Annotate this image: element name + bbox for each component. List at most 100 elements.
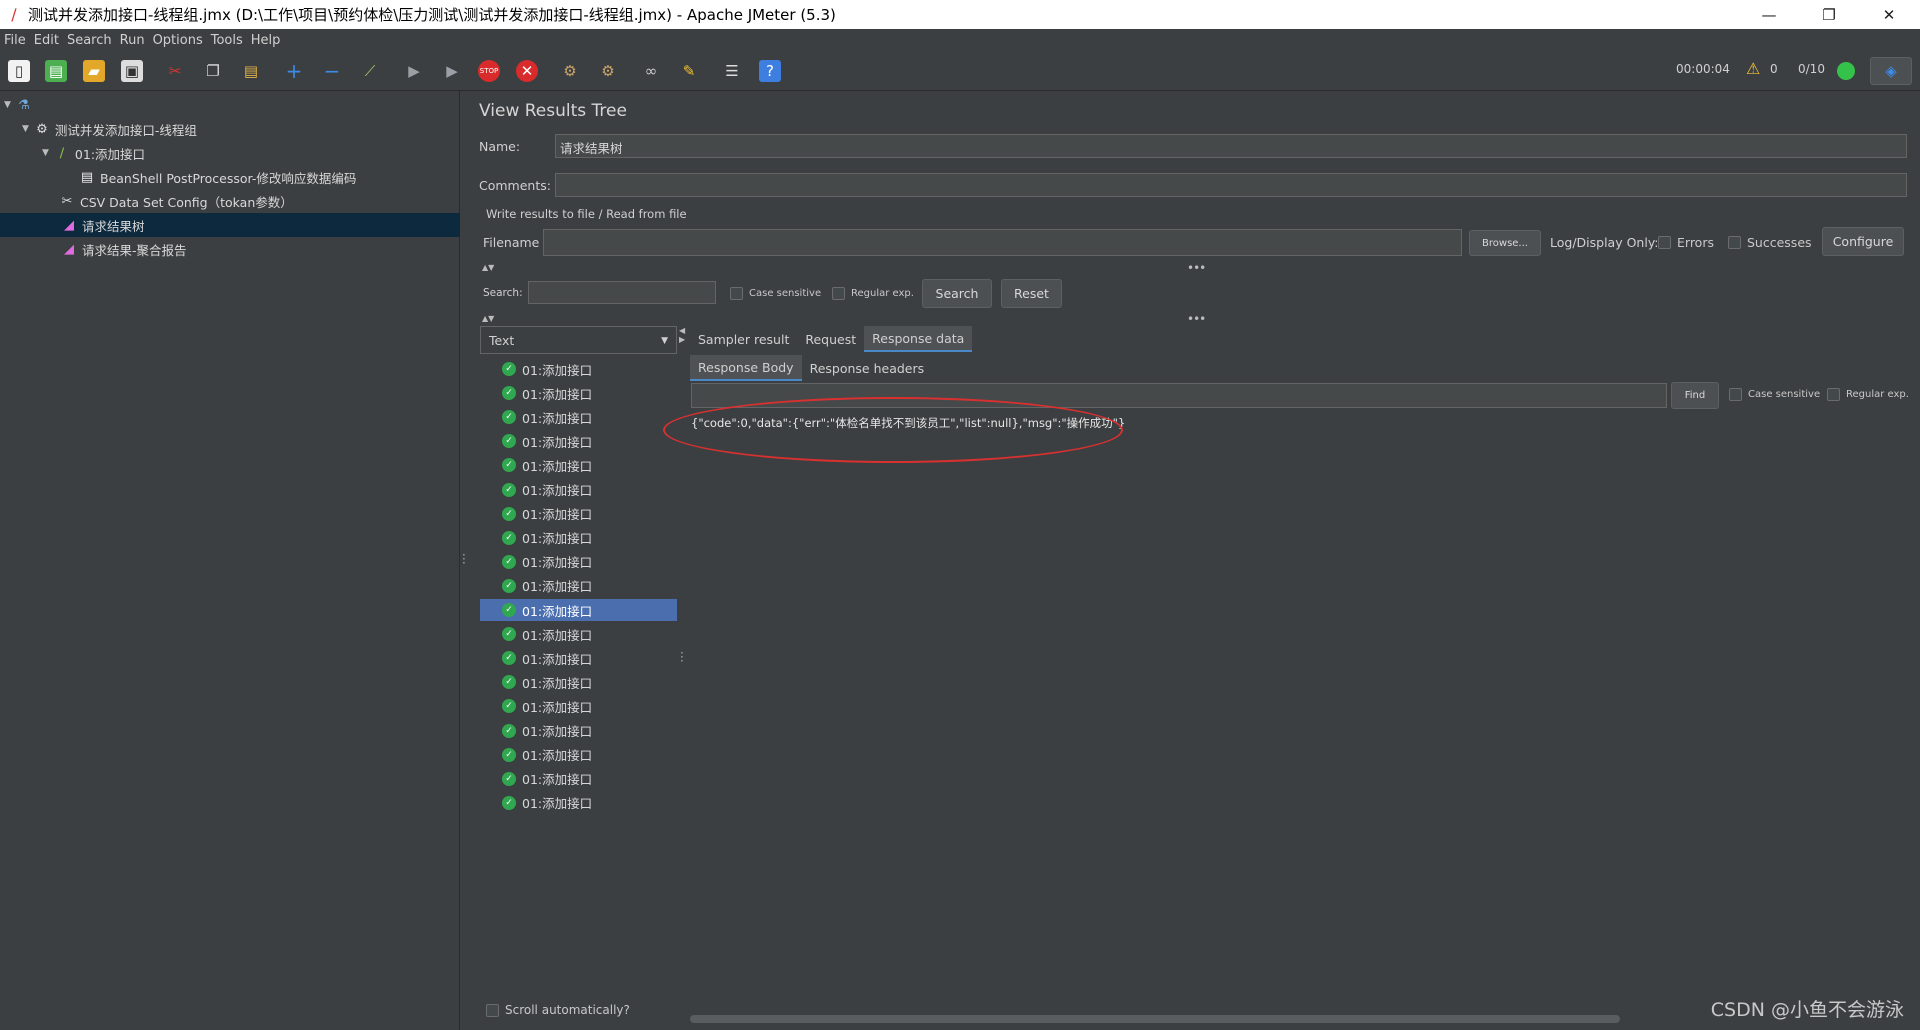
configure-button[interactable]: Configure	[1822, 227, 1904, 256]
templates-icon[interactable]: ▤	[45, 60, 67, 82]
tree-item-sampler[interactable]: ▼ ∕ 01:添加接口	[42, 141, 145, 165]
splitter-grip-icon[interactable]: · · ·	[462, 549, 466, 569]
cut-icon[interactable]: ✂	[164, 60, 186, 82]
save-icon[interactable]: ▣	[121, 60, 143, 82]
new-icon[interactable]: ▯	[8, 60, 30, 82]
sample-list-item[interactable]: ✓ 01:添加接口	[480, 479, 677, 501]
menu-help[interactable]: Help	[251, 33, 281, 48]
start-no-pause-icon[interactable]: ▶	[441, 60, 463, 82]
sample-list-item[interactable]: ✓ 01:添加接口	[480, 454, 677, 476]
checkbox-box[interactable]	[1729, 388, 1742, 401]
checkbox-box[interactable]	[730, 287, 743, 300]
scroll-automatically-checkbox[interactable]: Scroll automatically?	[486, 1003, 630, 1017]
divider-arrows-icon[interactable]: ▲▼	[482, 314, 494, 323]
find-regex-checkbox[interactable]: Regular exp.	[1827, 388, 1909, 401]
tree-item-aggregate-report[interactable]: ◢ 请求结果-聚合报告	[60, 237, 187, 261]
expand-all-icon[interactable]: +	[283, 59, 305, 83]
close-button[interactable]: ✕	[1866, 0, 1912, 29]
minimize-button[interactable]: —	[1746, 0, 1792, 29]
response-horizontal-scrollbar[interactable]	[690, 1015, 1620, 1023]
tree-root[interactable]: ▼ ⚗	[4, 93, 37, 117]
clear-icon[interactable]: ⚙	[559, 60, 581, 82]
tree-item-results-tree[interactable]: ◢ 请求结果树	[0, 213, 460, 237]
search-regex-checkbox[interactable]: Regular exp.	[832, 287, 914, 300]
toggle-icon[interactable]: ⟋	[359, 60, 381, 82]
tab-response-data[interactable]: Response data	[864, 326, 973, 352]
sample-list-item[interactable]: ✓ 01:添加接口	[480, 623, 677, 645]
response-body-area[interactable]	[690, 413, 1912, 1011]
divider-arrows-icon[interactable]: ▲▼	[482, 263, 494, 272]
menu-run[interactable]: Run	[120, 33, 145, 48]
sample-list-item[interactable]: ✓ 01:添加接口	[480, 527, 677, 549]
comments-field[interactable]	[555, 173, 1907, 197]
copy-icon[interactable]: ❐	[202, 60, 224, 82]
search-input[interactable]	[528, 281, 716, 304]
stop-icon[interactable]: STOP	[478, 60, 500, 82]
checkbox-box[interactable]	[486, 1003, 499, 1017]
sample-list-item[interactable]: ✓ 01:添加接口	[480, 792, 677, 814]
warning-icon[interactable]: ⚠	[1746, 59, 1760, 78]
sample-list-item[interactable]: ✓ 01:添加接口	[480, 720, 677, 742]
divider-grip-icon[interactable]: •••	[1187, 312, 1206, 326]
open-icon[interactable]: ▰	[83, 60, 105, 82]
search-button[interactable]: Search	[922, 279, 992, 308]
tree-item-postprocessor[interactable]: ▤ BeanShell PostProcessor-修改响应数据编码	[78, 165, 357, 189]
name-field[interactable]: 请求结果树	[555, 134, 1907, 158]
reset-search-icon[interactable]: ✎	[678, 60, 700, 82]
sample-list-item[interactable]: ✓ 01:添加接口	[480, 599, 677, 621]
restore-button[interactable]: ❐	[1806, 0, 1852, 29]
function-helper-icon[interactable]: ☰	[721, 60, 743, 82]
tree-item-thread-group[interactable]: ▼ ⚙ 测试并发添加接口-线程组	[22, 117, 197, 141]
browse-button[interactable]: Browse...	[1469, 230, 1541, 256]
sample-list-item[interactable]: ✓ 01:添加接口	[480, 768, 677, 790]
sample-list-item[interactable]: ✓ 01:添加接口	[480, 358, 677, 380]
errors-checkbox[interactable]: Errors	[1658, 235, 1714, 250]
filename-field[interactable]	[543, 229, 1462, 256]
checkbox-box[interactable]	[1658, 236, 1671, 249]
shutdown-icon[interactable]: ✕	[516, 60, 538, 82]
clear-all-icon[interactable]: ⚙	[597, 60, 619, 82]
find-case-sensitive-checkbox[interactable]: Case sensitive	[1729, 388, 1820, 401]
menu-tools[interactable]: Tools	[211, 33, 243, 48]
splitter-arrows-icon[interactable]: ◀ ▶	[679, 326, 685, 344]
menu-search[interactable]: Search	[67, 33, 112, 48]
collapse-all-icon[interactable]: −	[321, 59, 343, 83]
main-splitter[interactable]: · · ·	[460, 91, 468, 1030]
tab-request[interactable]: Request	[797, 326, 864, 352]
reset-button[interactable]: Reset	[1001, 279, 1062, 308]
tab-response-body[interactable]: Response Body	[690, 355, 802, 381]
sample-list-item[interactable]: ✓ 01:添加接口	[480, 503, 677, 525]
checkbox-box[interactable]	[832, 287, 845, 300]
menu-file[interactable]: File	[4, 33, 26, 48]
sample-list-item[interactable]: ✓ 01:添加接口	[480, 647, 677, 669]
splitter-grip-icon[interactable]: · · ·	[680, 647, 684, 667]
collapse-arrow-icon[interactable]: ▼	[22, 124, 29, 134]
sample-list-item[interactable]: ✓ 01:添加接口	[480, 744, 677, 766]
tab-response-headers[interactable]: Response headers	[802, 355, 933, 381]
sample-list-item[interactable]: ✓ 01:添加接口	[480, 671, 677, 693]
sample-list-item[interactable]: ✓ 01:添加接口	[480, 575, 677, 597]
sample-list-item[interactable]: ✓ 01:添加接口	[480, 551, 677, 573]
successes-checkbox[interactable]: Successes	[1728, 235, 1812, 250]
tab-sampler-result[interactable]: Sampler result	[690, 326, 797, 352]
sample-list-item[interactable]: ✓ 01:添加接口	[480, 695, 677, 717]
menu-edit[interactable]: Edit	[34, 33, 59, 48]
paste-icon[interactable]: ▤	[240, 60, 262, 82]
start-icon[interactable]: ▶	[403, 60, 425, 82]
collapse-arrow-icon[interactable]: ▼	[4, 100, 11, 110]
log-viewer-icon[interactable]: ◈	[1870, 57, 1912, 85]
sample-list-item[interactable]: ✓ 01:添加接口	[480, 430, 677, 452]
search-case-sensitive-checkbox[interactable]: Case sensitive	[730, 287, 821, 300]
menu-options[interactable]: Options	[153, 33, 203, 48]
help-icon[interactable]: ?	[759, 60, 781, 82]
divider-grip-icon[interactable]: •••	[1187, 261, 1206, 275]
find-button[interactable]: Find	[1671, 382, 1719, 409]
checkbox-box[interactable]	[1728, 236, 1741, 249]
checkbox-box[interactable]	[1827, 388, 1840, 401]
tree-item-csv-config[interactable]: ✂ CSV Data Set Config（tokan参数）	[58, 189, 293, 213]
renderer-select[interactable]: Text ▼	[480, 326, 677, 354]
sample-list-item[interactable]: ✓ 01:添加接口	[480, 406, 677, 428]
search-binoculars-icon[interactable]: ∞	[640, 60, 662, 82]
collapse-arrow-icon[interactable]: ▼	[42, 148, 49, 158]
sample-list-item[interactable]: ✓ 01:添加接口	[480, 382, 677, 404]
